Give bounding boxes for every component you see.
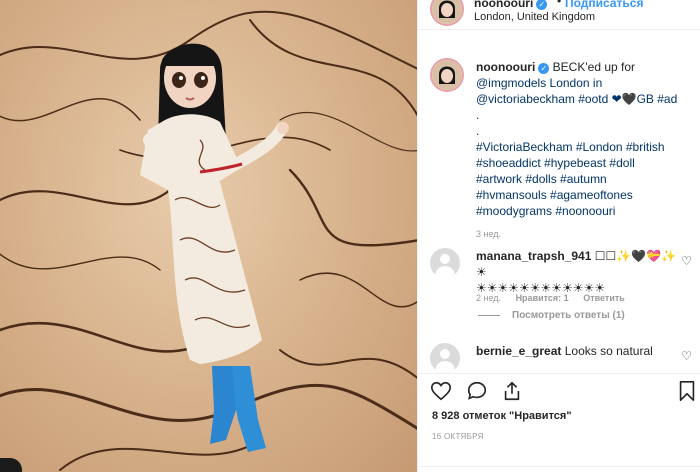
verified-icon: ✓ [538, 63, 550, 74]
avatar-placeholder-body [435, 266, 455, 278]
comment-time[interactable]: 2 нед. [476, 293, 501, 303]
post-header: noonoouri ✓ • Подписаться London, United … [418, 0, 700, 30]
caption-line[interactable]: @imgmodels London in [476, 75, 696, 91]
avatar-placeholder-head [440, 349, 450, 359]
caption-timestamp[interactable]: 3 нед. [476, 229, 501, 239]
avatar-image [432, 0, 462, 24]
comment-text: bernie_e_great Looks so natural [476, 343, 681, 359]
caption-line[interactable]: #VictoriaBeckham #London #british [476, 139, 696, 155]
photo-artwork [0, 10, 417, 471]
caption-line: . [476, 124, 480, 138]
comment-like-icon[interactable]: ♡ [681, 254, 692, 268]
caption-line: . [476, 108, 480, 122]
post-photo[interactable] [0, 0, 417, 472]
post-side-panel: noonoouri ✓ • Подписаться London, United … [417, 0, 700, 472]
comment-username[interactable]: manana_trapsh_941 [476, 249, 591, 263]
likes-count[interactable]: 8 928 отметок "Нравится" [432, 410, 572, 422]
post-date[interactable]: 16 ОКТЯБРЯ [432, 432, 484, 441]
comment-body-line: Looks so natural [564, 344, 653, 358]
bookmark-icon[interactable] [676, 380, 698, 402]
avatar-placeholder-body [435, 361, 455, 373]
comment-username[interactable]: bernie_e_great [476, 344, 561, 358]
share-icon[interactable] [501, 380, 523, 402]
avatar[interactable] [430, 0, 464, 26]
comment-avatar[interactable] [430, 248, 460, 278]
verified-icon: ✓ [536, 0, 548, 10]
comment-avatar[interactable] [430, 343, 460, 373]
comment-meta: 2 нед. Нравится: 1 Ответить [476, 293, 637, 303]
caption-avatar[interactable] [430, 58, 464, 92]
post-actions: 8 928 отметок "Нравится" 16 ОКТЯБРЯ [418, 373, 700, 472]
comment-likes[interactable]: Нравится: 1 [516, 293, 569, 303]
add-comment-bar[interactable] [418, 466, 700, 472]
caption-line[interactable]: @victoriabeckham #ootd ❤🖤GB #ad [476, 91, 696, 107]
caption-line[interactable]: #shoeaddict #hypebeast #doll [476, 155, 696, 171]
avatar-image [432, 60, 462, 90]
comment-icon[interactable] [466, 380, 488, 402]
comment-text: manana_trapsh_941 ☐☐✨🖤💝✨☀ ☀☀☀☀☀☀☀☀☀☀☀☀ [476, 248, 681, 296]
view-replies-button[interactable]: Посмотреть ответы (1) [478, 310, 625, 321]
post-username[interactable]: noonoouri ✓ [474, 0, 548, 10]
caption-line: BECK'ed up for [552, 60, 636, 74]
caption-text: noonoouri ✓ BECK'ed up for @imgmodels Lon… [476, 59, 696, 219]
heart-icon[interactable] [430, 380, 452, 402]
separator-dot: • [557, 0, 562, 8]
view-replies-label[interactable]: Посмотреть ответы (1) [512, 310, 625, 321]
follow-button[interactable]: Подписаться [565, 0, 643, 10]
caption-line[interactable]: #hvmansouls #agameoftones [476, 187, 696, 203]
replies-dash [478, 314, 500, 316]
caption-line[interactable]: #moodygrams #noonoouri [476, 203, 696, 219]
caption-username[interactable]: noonoouri [476, 60, 535, 74]
post-username-text[interactable]: noonoouri [474, 0, 533, 10]
avatar-placeholder-head [440, 254, 450, 264]
caption-line[interactable]: #artwork #dolls #autumn [476, 171, 696, 187]
comment-reply-button[interactable]: Ответить [583, 293, 625, 303]
comment-like-icon[interactable]: ♡ [681, 349, 692, 363]
post-location[interactable]: London, United Kingdom [474, 11, 595, 23]
